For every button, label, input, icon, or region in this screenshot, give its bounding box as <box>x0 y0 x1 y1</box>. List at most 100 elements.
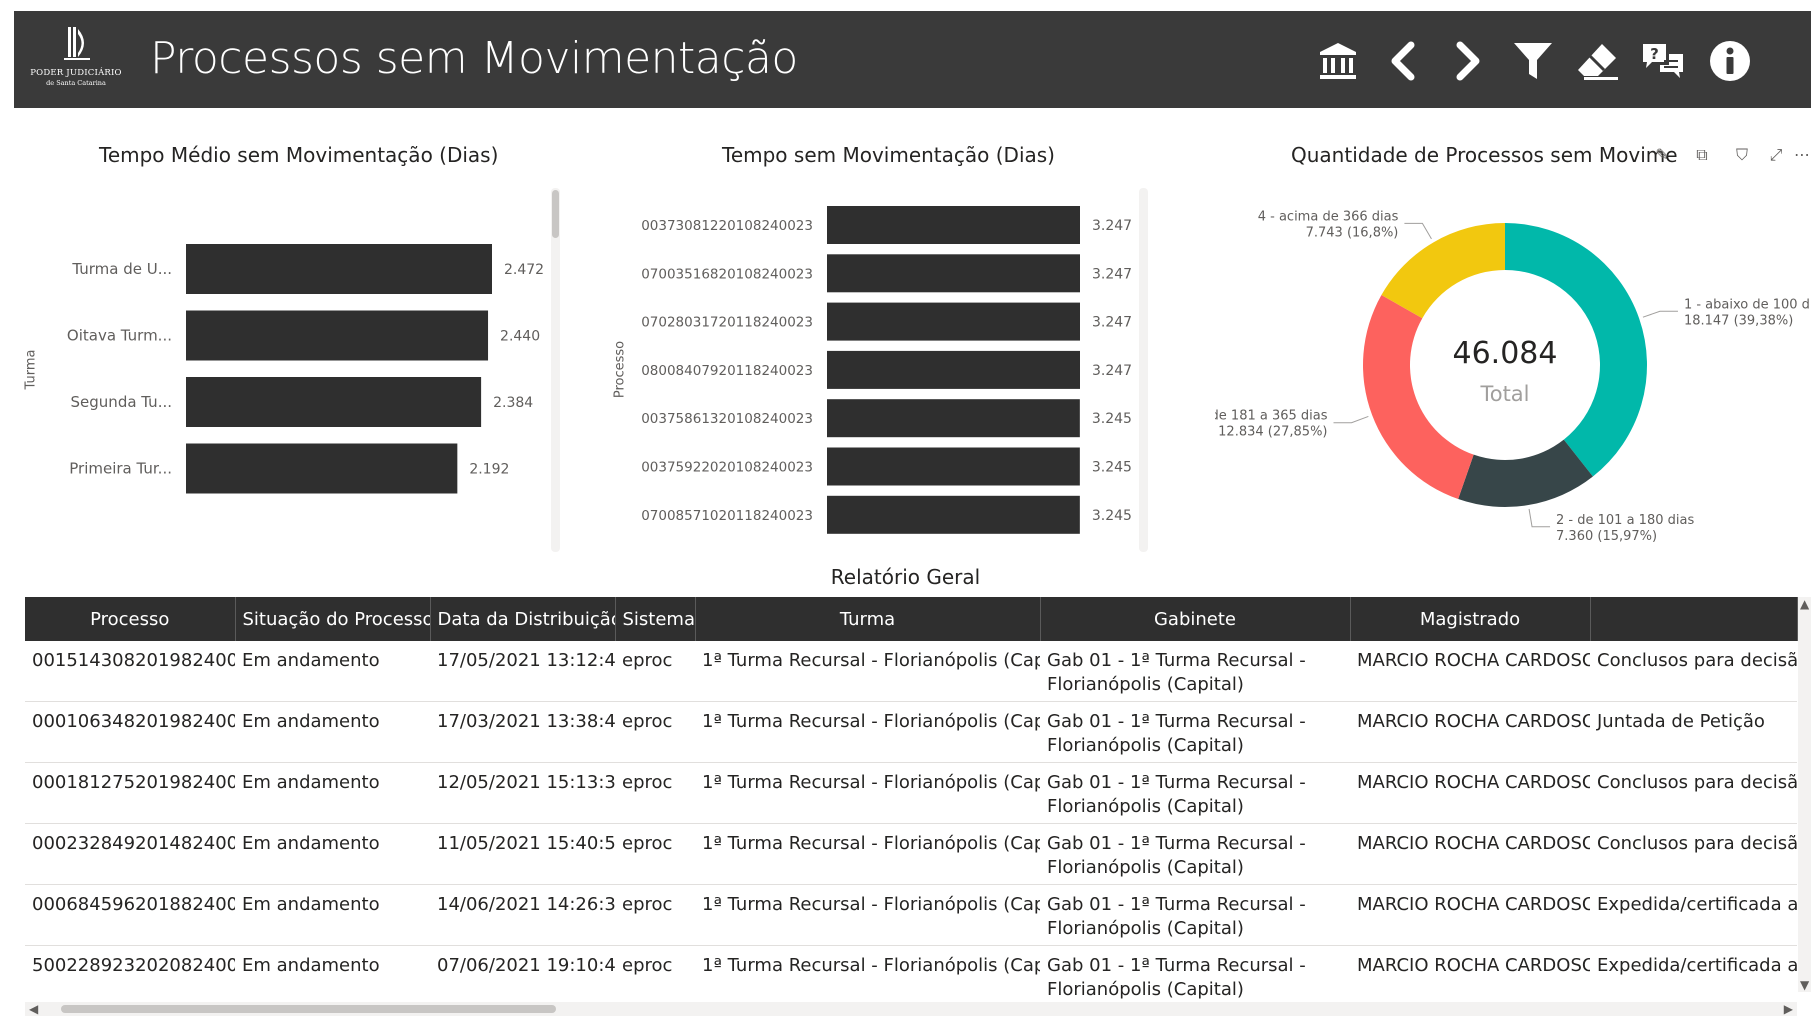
category-label: 07008571020118240023 <box>641 508 813 524</box>
column-header-turma[interactable]: Turma <box>695 597 1041 641</box>
report-title: Relatório Geral <box>830 565 981 589</box>
data-label: 2.192 <box>469 462 509 478</box>
column-header-situacao[interactable]: Situação do Processo <box>235 597 431 641</box>
cell-ultima-movimentacao: Conclusos para decisão/c <box>1590 762 1797 824</box>
category-label: Segunda Tu... <box>71 393 172 411</box>
leader-line <box>1642 310 1678 318</box>
cell-ultima-movimentacao: Juntada de Petição <box>1590 701 1797 763</box>
info-icon[interactable] <box>1703 37 1757 85</box>
nav-toolbar: ? <box>1311 37 1811 85</box>
cell-gabinete: Gab 01 - 1ª Turma Recursal - Florianópol… <box>1040 945 1350 1007</box>
cell-processo: 00023284920148240039 <box>25 823 235 885</box>
cell-turma: 1ª Turma Recursal - Florianópolis (Capit… <box>695 641 1040 702</box>
scroll-down-icon[interactable]: ▼ <box>1800 978 1809 992</box>
chart1-scrollbar-thumb[interactable] <box>552 190 559 238</box>
cell-processo: 00068459620188240091 <box>25 884 235 946</box>
column-header-magistrado[interactable]: Magistrado <box>1350 597 1591 641</box>
chart2-scrollbar[interactable] <box>1139 188 1148 552</box>
table-header-row: Processo Situação do Processo Data da Di… <box>25 597 1798 641</box>
cell-turma: 1ª Turma Recursal - Florianópolis (Capit… <box>695 884 1040 946</box>
court-logo-icon <box>64 27 90 60</box>
scroll-left-icon[interactable]: ◀ <box>29 1002 38 1016</box>
table-row[interactable]: 00151430820198240038 Em andamento 17/05/… <box>25 641 1797 702</box>
horizontal-scroll-thumb[interactable] <box>61 1005 556 1013</box>
cell-processo: 00018127520198240064 <box>25 762 235 824</box>
cell-sistema: eproc <box>615 823 695 885</box>
table-row[interactable]: 00010634820198240035 Em andamento 17/03/… <box>25 701 1797 763</box>
slice-label: 3 - de 181 a 365 dias <box>1215 409 1328 424</box>
bar[interactable] <box>827 447 1080 486</box>
table-horizontal-scrollbar[interactable]: ◀ ▶ <box>25 1002 1797 1016</box>
cell-gabinete: Gab 01 - 1ª Turma Recursal - Florianópol… <box>1040 701 1350 763</box>
bank-icon[interactable] <box>1311 37 1365 85</box>
logo-text-line2: de Santa Catarina <box>46 79 106 87</box>
time-per-process-bar-chart: 00373081220108240023 3.247 070035168201082… <box>641 206 1132 534</box>
chart3-title: Quantidade de Processos sem Movime <box>1291 143 1678 167</box>
slice-value-label: 7.743 (16,8%) <box>1306 225 1399 240</box>
cell-data: 07/06/2021 19:10:42 <box>430 945 615 1007</box>
table-row[interactable]: 00018127520198240064 Em andamento 12/05/… <box>25 762 1797 824</box>
pin-icon[interactable]: ✎ <box>1652 144 1672 166</box>
filter-icon[interactable] <box>1506 37 1560 85</box>
avg-time-bar-chart: Turma de U... 2.472 Oitava Turm... 2.440 Seg… <box>67 244 544 494</box>
bar[interactable] <box>186 377 482 427</box>
cell-situacao: Em andamento <box>235 823 430 885</box>
cell-turma: 1ª Turma Recursal - Florianópolis (Capit… <box>695 701 1040 763</box>
forward-icon[interactable] <box>1441 37 1495 85</box>
cell-gabinete: Gab 01 - 1ª Turma Recursal - Florianópol… <box>1040 762 1350 824</box>
column-header-data-distribuicao[interactable]: Data da Distribuição <box>430 597 616 641</box>
scroll-up-icon[interactable]: ▲ <box>1800 597 1809 611</box>
bar[interactable] <box>827 495 1080 534</box>
column-header-sistema[interactable]: Sistema <box>615 597 696 641</box>
cell-sistema: eproc <box>615 641 695 702</box>
cell-magistrado: MARCIO ROCHA CARDOSO <box>1350 762 1590 824</box>
bar[interactable] <box>827 350 1080 389</box>
top-bar: PODER JUDICIÁRIO de Santa Catarina Proce… <box>14 11 1811 108</box>
bar[interactable] <box>827 206 1080 244</box>
bar[interactable] <box>186 443 458 494</box>
table-row[interactable]: 50022892320208240017 Em andamento 07/06/… <box>25 945 1797 1007</box>
category-label: Primeira Tur... <box>69 460 172 478</box>
chart1-scrollbar[interactable] <box>551 188 560 552</box>
donut-center-label: Total <box>1479 382 1529 406</box>
slice-value-label: 18.147 (39,38%) <box>1684 313 1793 328</box>
court-logo: PODER JUDICIÁRIO de Santa Catarina <box>26 25 126 95</box>
table-vertical-scrollbar[interactable]: ▲ ▼ <box>1798 597 1811 992</box>
cell-ultima-movimentacao: Conclusos para decisão/c <box>1590 641 1797 702</box>
processes-donut-chart: 1 - abaixo de 100 dias18.147 (39,38%) 2 -… <box>1215 209 1811 543</box>
data-label: 3.247 <box>1092 363 1132 379</box>
column-header-gabinete[interactable]: Gabinete <box>1040 597 1351 641</box>
data-label: 3.247 <box>1092 315 1132 331</box>
donut-slice[interactable] <box>1381 223 1505 319</box>
filter-small-icon[interactable]: ⛉ <box>1732 144 1752 166</box>
data-label: 2.384 <box>493 395 533 411</box>
donut-slice[interactable] <box>1363 295 1474 500</box>
slice-value-label: 12.834 (27,85%) <box>1218 425 1327 440</box>
eraser-icon[interactable] <box>1571 37 1625 85</box>
table-row[interactable]: 00023284920148240039 Em andamento 11/05/… <box>25 823 1797 885</box>
bar[interactable] <box>186 244 492 294</box>
data-label: 3.247 <box>1092 218 1132 234</box>
more-options-icon[interactable]: ⋯ <box>1792 144 1811 166</box>
bar[interactable] <box>186 310 489 361</box>
bar[interactable] <box>827 254 1080 293</box>
table-row[interactable]: 00068459620188240091 Em andamento 14/06/… <box>25 884 1797 946</box>
data-label: 3.245 <box>1092 460 1132 476</box>
cell-gabinete: Gab 01 - 1ª Turma Recursal - Florianópol… <box>1040 884 1350 946</box>
cell-magistrado: MARCIO ROCHA CARDOSO <box>1350 823 1590 885</box>
cell-processo: 00151430820198240038 <box>25 641 235 702</box>
help-chat-icon[interactable]: ? <box>1636 37 1690 85</box>
category-label: Turma de U... <box>71 260 172 278</box>
column-header-processo[interactable]: Processo <box>25 597 236 641</box>
bar[interactable] <box>827 399 1080 438</box>
copy-icon[interactable]: ⧉ <box>1692 144 1712 166</box>
logo-text-line1: PODER JUDICIÁRIO <box>30 68 122 78</box>
back-icon[interactable] <box>1376 37 1430 85</box>
cell-situacao: Em andamento <box>235 701 430 763</box>
column-header-extra[interactable] <box>1590 597 1798 641</box>
cell-situacao: Em andamento <box>235 945 430 1007</box>
focus-mode-icon[interactable]: ⤢ <box>1766 144 1786 166</box>
category-label: 08008407920118240023 <box>641 363 813 379</box>
scroll-right-icon[interactable]: ▶ <box>1784 1002 1793 1016</box>
bar[interactable] <box>827 302 1080 341</box>
